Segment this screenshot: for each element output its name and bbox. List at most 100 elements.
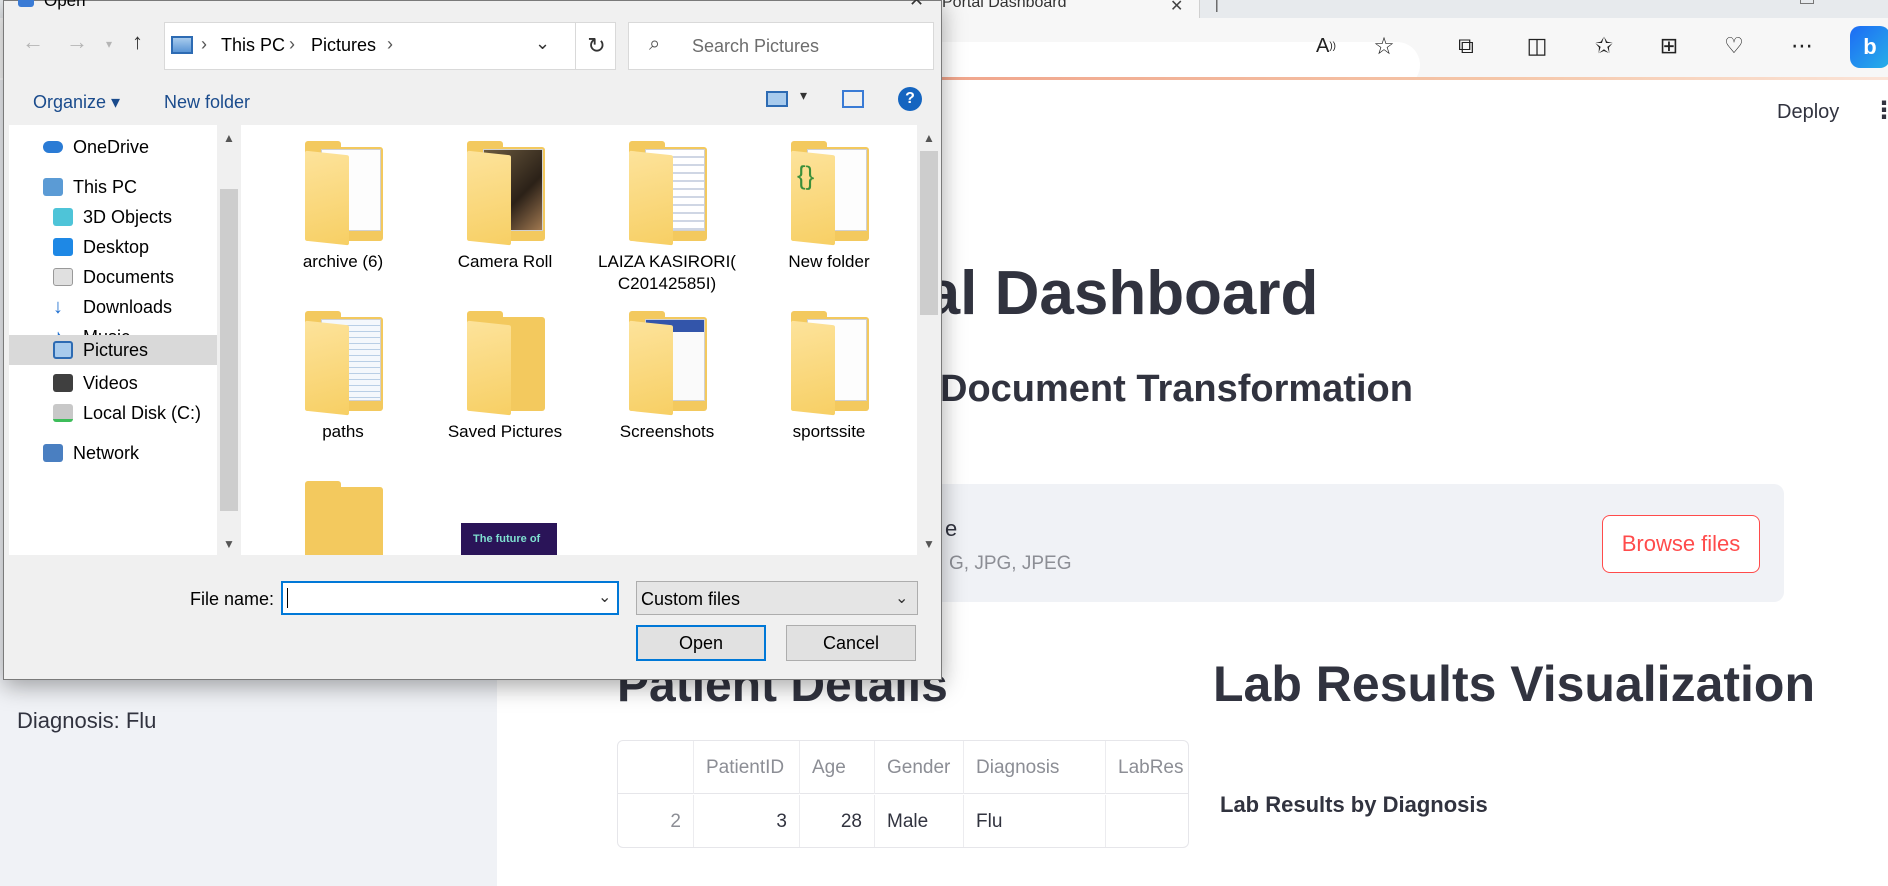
folder-item[interactable]: Screenshots [587,295,747,467]
file-type-filter[interactable]: Custom files ⌄ [636,581,918,615]
extensions-icon[interactable]: ⧉ [1448,28,1484,64]
folder-item[interactable]: LAIZA KASIRORI( C20142585I) [587,125,747,297]
column-header[interactable]: Age [800,741,875,794]
folder-label: New folder [788,252,870,271]
up-icon[interactable]: ↑ [132,29,143,55]
window-restore-icon[interactable] [1800,0,1814,4]
network-icon [43,444,63,462]
cancel-button[interactable]: Cancel [786,625,916,661]
column-header[interactable]: Diagnosis [964,741,1106,794]
scroll-down-icon[interactable]: ▼ [923,537,935,551]
nav-item-network[interactable]: Network [9,435,217,471]
copilot-icon[interactable]: b [1850,26,1888,68]
new-folder-button[interactable]: New folder [164,92,250,113]
table-row[interactable]: 2 3 28 Male Flu [618,795,1188,847]
more-icon[interactable]: ⋯ [1784,28,1820,64]
folder-item[interactable]: archive (6) [263,125,423,297]
chevron-right-icon[interactable]: › [201,34,207,55]
desktop-icon [53,238,73,256]
column-header[interactable]: LabRes [1106,741,1188,794]
dialog-title: Open [44,0,86,10]
open-button[interactable]: Open [636,625,766,661]
breadcrumb-pictures[interactable]: Pictures [311,35,376,56]
refresh-icon[interactable]: ↻ [575,23,617,69]
scroll-up-icon[interactable]: ▲ [923,131,935,145]
collections-icon[interactable]: ⊞ [1651,28,1687,64]
cell-gender[interactable]: Male [875,795,964,847]
chevron-right-icon[interactable]: › [387,34,393,55]
organize-button[interactable]: Organize ▾ [33,92,120,113]
chevron-down-icon[interactable]: ⌄ [535,33,550,54]
nav-item-label: Network [73,442,140,463]
file-name-label: File name: [190,589,275,609]
address-path-bar[interactable]: › This PC › Pictures › ⌄ ↻ [164,22,616,70]
favorites-icon[interactable]: ✩ [1586,28,1622,64]
nav-item-label: Videos [83,372,138,393]
nav-item-label: OneDrive [73,136,150,157]
split-screen-icon[interactable]: ◫ [1519,28,1555,64]
file-list-scrollbar-thumb[interactable] [920,151,938,315]
dialog-close-icon[interactable]: ✕ [909,0,924,11]
patient-table[interactable]: PatientID Age Gender Diagnosis LabRes 2 … [617,740,1189,848]
image-thumbnail[interactable]: The future of [461,523,557,555]
code-braces-icon: {} [791,150,835,246]
forward-icon[interactable]: → [66,29,88,55]
nav-item-label: This PC [73,176,138,197]
folder-item[interactable]: Saved Pictures [425,295,585,467]
nav-item-local-disk[interactable]: Local Disk (C:) [9,395,217,431]
favorite-star-icon[interactable]: ☆ [1366,28,1402,64]
scroll-up-icon[interactable]: ▲ [223,131,235,145]
read-aloud-icon[interactable]: A)) [1308,28,1344,64]
folder-item[interactable]: {} New folder [749,125,909,297]
file-list: archive (6) Camera Roll LAIZA KASIRORI( … [241,125,917,555]
uploader-label: e [945,516,958,541]
tab-partial[interactable]: | [1215,0,1235,14]
column-header[interactable] [618,741,694,794]
chevron-down-icon[interactable]: ⌄ [895,588,908,608]
column-header[interactable]: PatientID [694,741,800,794]
cell-diagnosis[interactable]: Flu [964,795,1106,847]
nav-scrollbar-thumb[interactable] [220,189,238,511]
deploy-button[interactable]: Deploy [1777,101,1839,124]
chevron-down-icon[interactable]: ⌄ [598,587,611,607]
folder-front [467,320,511,416]
cell-labres[interactable] [1106,795,1188,847]
back-icon[interactable]: ← [22,29,44,55]
main-menu-icon[interactable]: ⋮ [1872,99,1888,123]
search-box[interactable]: ⌕ Search Pictures [628,22,934,70]
lab-results-heading: Lab Results Visualization [1213,656,1816,712]
chevron-right-icon[interactable]: › [289,34,295,55]
nav-item-label: Local Disk (C:) [83,402,202,423]
browse-files-button[interactable]: Browse files [1602,515,1760,573]
folder-front [629,150,673,246]
change-view-icon[interactable] [766,91,788,107]
recent-locations-icon[interactable]: ▾ [106,37,112,51]
nav-item-label: Documents [83,266,175,287]
scroll-down-icon[interactable]: ▼ [223,537,235,551]
folder-item[interactable]: sportssite [749,295,909,467]
folder-front [791,320,835,416]
close-icon[interactable]: ✕ [1170,0,1183,16]
folder-item[interactable] [263,465,423,555]
nav-item-onedrive[interactable]: OneDrive [9,129,217,165]
cell-patientid[interactable]: 3 [694,795,800,847]
nav-item-pictures[interactable]: Pictures [9,335,217,365]
view-options-dropdown-icon[interactable]: ▾ [800,87,807,104]
breadcrumb-this-pc[interactable]: This PC [221,35,285,56]
file-name-input[interactable]: ⌄ [281,581,619,615]
preview-pane-icon[interactable] [842,90,864,108]
folder-label: LAIZA KASIRORI( C20142585I) [598,252,736,293]
disk-icon [53,404,73,422]
browser-tab[interactable]: Portal Dashboard ✕ [930,0,1200,18]
cell-age[interactable]: 28 [800,795,875,847]
folder-item[interactable]: Camera Roll [425,125,585,297]
folder-item[interactable]: paths [263,295,423,467]
folder-back [305,487,383,555]
nav-item-label: Desktop [83,236,150,257]
pictures-icon [53,341,73,359]
help-icon[interactable]: ? [898,87,922,111]
folder-label: paths [322,422,364,441]
folder-label: archive (6) [302,252,384,271]
browser-essentials-icon[interactable]: ♡ [1716,28,1752,64]
column-header[interactable]: Gender [875,741,964,794]
